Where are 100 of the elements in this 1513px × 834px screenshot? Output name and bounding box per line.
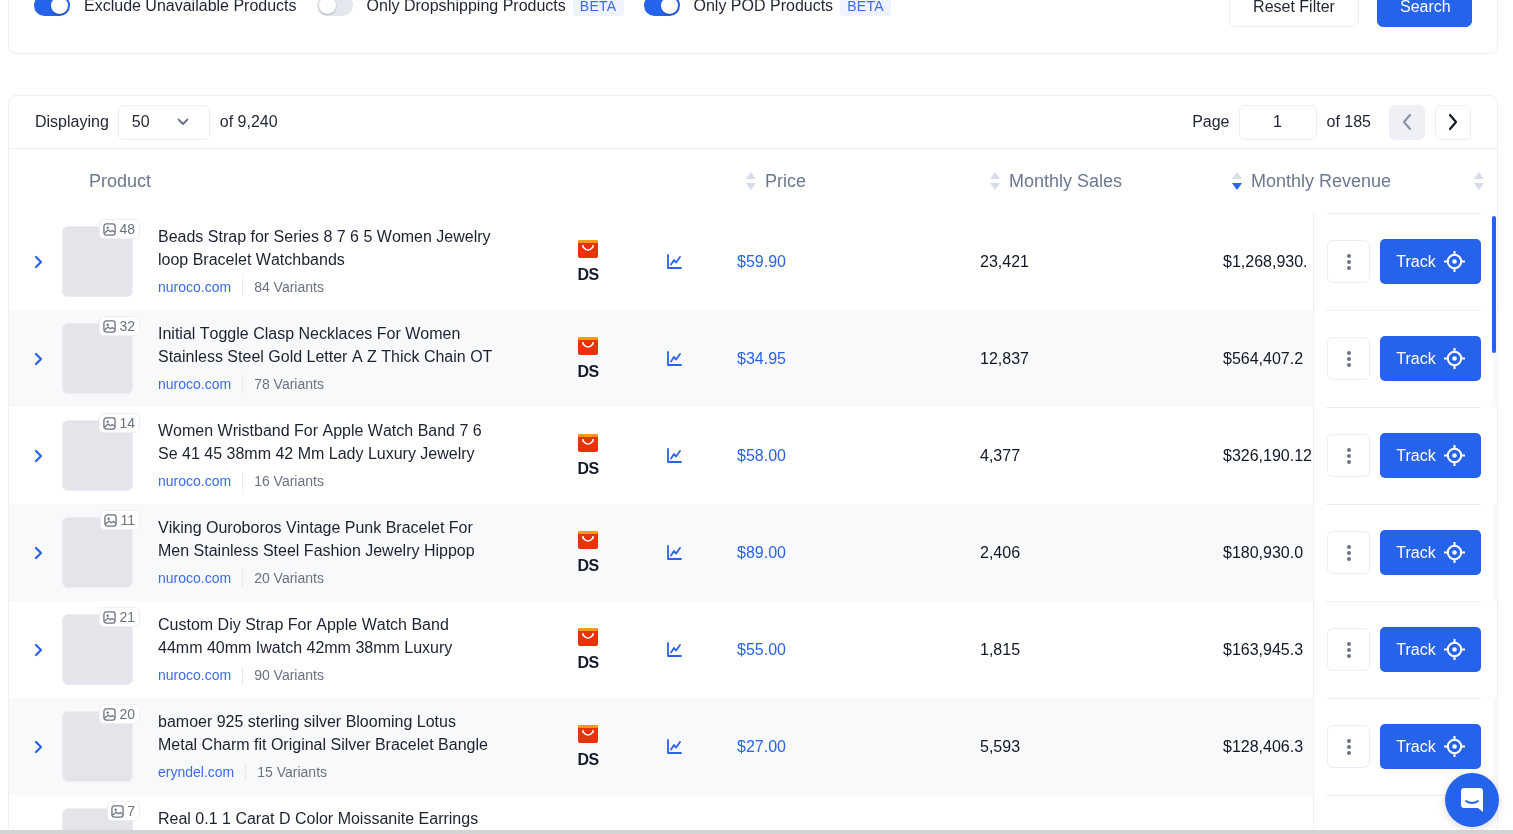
line-chart-icon[interactable] bbox=[667, 545, 682, 560]
image-icon bbox=[103, 707, 117, 721]
monthly-revenue: $163,945.3 bbox=[1223, 640, 1304, 659]
image-count: 48 bbox=[119, 221, 135, 237]
page-label: Page bbox=[1192, 113, 1230, 131]
target-icon bbox=[1443, 348, 1465, 369]
chevron-right-icon[interactable] bbox=[34, 642, 43, 657]
target-icon bbox=[1443, 542, 1465, 563]
chevron-down-icon bbox=[176, 118, 189, 126]
store-link[interactable]: nuroco.com bbox=[158, 473, 232, 489]
chevron-right-icon[interactable] bbox=[34, 545, 43, 560]
line-chart-icon[interactable] bbox=[667, 351, 682, 366]
price: $89.00 bbox=[737, 543, 786, 562]
kebab-icon bbox=[1346, 253, 1351, 270]
chevron-right-icon[interactable] bbox=[34, 739, 43, 754]
column-header[interactable]: Monthly Revenue bbox=[1251, 170, 1392, 192]
track-button[interactable]: Track bbox=[1380, 724, 1481, 769]
track-button[interactable]: Track bbox=[1380, 530, 1481, 575]
store-link[interactable]: eryndel.com bbox=[158, 764, 235, 780]
product-title: Initial Toggle Clasp Necklaces For Women Stainless Steel Gold Letter A Z Thick Chain OT bbox=[158, 324, 494, 367]
line-chart-icon[interactable] bbox=[667, 254, 682, 269]
source-label: DS bbox=[577, 653, 599, 672]
sort-icon[interactable] bbox=[1232, 172, 1242, 190]
toggle-switch[interactable] bbox=[643, 0, 680, 16]
product-title: Viking Ouroboros Vintage Punk Bracelet For Men Stainless Steel Fashion Jewelry Hippop bbox=[158, 518, 476, 561]
store-link[interactable]: nuroco.com bbox=[158, 376, 232, 392]
monthly-revenue: $326,190.12 bbox=[1223, 446, 1312, 465]
shopping-bag-icon bbox=[578, 724, 598, 743]
product-title: Custom Diy Strap For Apple Watch Band 44mm 40mm Iwatch 42mm 38mm Luxury bbox=[158, 615, 454, 658]
chevron-left-icon bbox=[1401, 113, 1413, 131]
target-icon bbox=[1443, 251, 1465, 272]
variant-count: 15 Variants bbox=[257, 764, 328, 780]
monthly-revenue: $564,407.2 bbox=[1223, 349, 1304, 368]
source-label: DS bbox=[577, 750, 599, 769]
price: $55.00 bbox=[737, 640, 786, 659]
monthly-sales: 1,815 bbox=[980, 640, 1021, 659]
source-label: DS bbox=[577, 362, 599, 381]
image-count: 14 bbox=[119, 415, 135, 431]
page-total: of 185 bbox=[1326, 113, 1371, 131]
image-icon bbox=[103, 416, 117, 430]
line-chart-icon[interactable] bbox=[667, 642, 682, 657]
chat-bubble-icon bbox=[1460, 787, 1484, 813]
source-label: DS bbox=[577, 459, 599, 478]
track-button[interactable]: Track bbox=[1380, 239, 1481, 284]
monthly-sales: 12,837 bbox=[980, 349, 1029, 368]
store-link[interactable]: nuroco.com bbox=[158, 570, 232, 586]
image-icon bbox=[103, 319, 117, 333]
image-icon bbox=[104, 513, 118, 527]
kebab-icon bbox=[1346, 544, 1351, 561]
column-header[interactable]: Monthly Sales bbox=[1009, 170, 1123, 192]
kebab-icon bbox=[1346, 447, 1351, 464]
track-button[interactable]: Track bbox=[1380, 433, 1481, 478]
chevron-right-icon[interactable] bbox=[34, 448, 43, 463]
page-input[interactable]: 1 bbox=[1238, 104, 1317, 140]
price: $34.95 bbox=[737, 349, 786, 368]
variant-count: 84 Variants bbox=[254, 279, 324, 295]
price: $58.00 bbox=[737, 446, 786, 465]
next-page-button[interactable] bbox=[1435, 104, 1471, 140]
kebab-icon bbox=[1346, 738, 1351, 755]
image-count: 20 bbox=[119, 706, 135, 722]
reset-filter-button[interactable]: Reset Filter bbox=[1229, 0, 1359, 27]
track-button[interactable]: Track bbox=[1380, 336, 1481, 381]
toggle-switch[interactable] bbox=[34, 0, 70, 16]
column-header[interactable]: Product bbox=[89, 170, 152, 192]
page-size-select[interactable]: 50 bbox=[117, 104, 210, 140]
target-icon bbox=[1443, 445, 1465, 466]
target-icon bbox=[1443, 639, 1465, 660]
image-icon bbox=[111, 804, 125, 818]
line-chart-icon[interactable] bbox=[667, 739, 682, 754]
source-label: DS bbox=[577, 265, 599, 284]
toggle-switch[interactable] bbox=[316, 0, 353, 16]
chevron-right-icon[interactable] bbox=[34, 351, 43, 366]
store-link[interactable]: nuroco.com bbox=[158, 667, 232, 683]
chevron-right-icon[interactable] bbox=[34, 254, 43, 269]
image-icon bbox=[103, 222, 117, 236]
product-title: Real 0.1 1 Carat D Color Moissanite Earrings bbox=[158, 809, 479, 829]
beta-badge: BETA bbox=[840, 0, 891, 16]
monthly-sales: 5,593 bbox=[980, 737, 1021, 756]
beta-badge: BETA bbox=[572, 0, 624, 16]
monthly-revenue: $180,930.0 bbox=[1223, 543, 1304, 562]
product-title: Women Wristband For Apple Watch Band 7 6 Se 41 45 38mm 42 Mm Lady Luxury Jewelry bbox=[158, 421, 483, 464]
shopping-bag-icon bbox=[578, 530, 598, 549]
track-button[interactable]: Track bbox=[1380, 627, 1481, 672]
monthly-sales: 4,377 bbox=[980, 446, 1021, 465]
vertical-scrollbar[interactable] bbox=[1492, 216, 1496, 353]
price: $27.00 bbox=[737, 737, 786, 756]
product-title: Beads Strap for Series 8 7 6 5 Women Jewelry loop Bracelet Watchbands bbox=[158, 227, 492, 270]
search-button[interactable]: Search bbox=[1377, 0, 1472, 27]
price: $59.90 bbox=[737, 252, 786, 271]
variant-count: 20 Variants bbox=[254, 570, 324, 586]
kebab-icon bbox=[1346, 641, 1351, 658]
store-link[interactable]: nuroco.com bbox=[158, 279, 232, 295]
column-header[interactable]: Price bbox=[765, 170, 806, 192]
image-count: 7 bbox=[127, 803, 135, 819]
chevron-right-icon bbox=[1447, 113, 1459, 131]
line-chart-icon[interactable] bbox=[667, 448, 682, 463]
displaying-label: Displaying bbox=[35, 113, 109, 131]
horizontal-scrollbar[interactable] bbox=[0, 830, 1513, 834]
source-label: DS bbox=[577, 556, 599, 575]
image-icon bbox=[103, 610, 117, 624]
